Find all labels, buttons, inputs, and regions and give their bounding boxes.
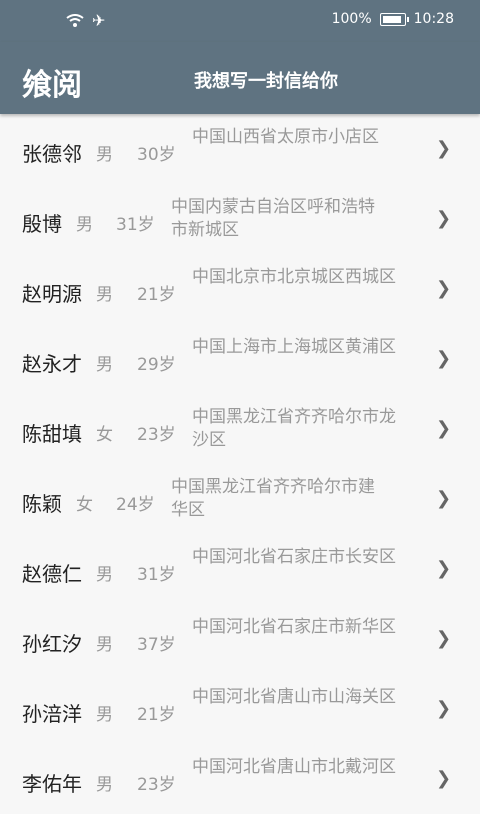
list-item[interactable]: 陈甜填女 23岁 中国黑龙江省齐齐哈尔市龙沙区 ❯: [0, 394, 480, 464]
battery-icon: [379, 12, 409, 26]
person-gender: 男: [96, 635, 113, 655]
list-item[interactable]: 赵永才男 29岁 中国上海市上海城区黄浦区 ❯: [0, 324, 480, 394]
person-age: 21岁: [137, 285, 176, 305]
person-age: 31岁: [116, 215, 155, 235]
person-name: 殷博: [22, 212, 62, 236]
person-address: 中国内蒙古自治区呼和浩特市新城区: [171, 197, 375, 240]
status-bar: ✈ 100% 10:28: [0, 0, 480, 42]
chevron-right-icon: ❯: [436, 418, 452, 439]
person-gender: 女: [96, 425, 113, 445]
app-subtitle: 我想写一封信给你: [194, 71, 338, 92]
person-gender: 男: [76, 215, 93, 235]
chevron-right-icon: ❯: [436, 138, 452, 159]
person-age: 23岁: [137, 425, 176, 445]
list-item[interactable]: 李佑年男 23岁 中国河北省唐山市北戴河区 ❯: [0, 744, 480, 814]
list-item[interactable]: 陈颖女 24岁 中国黑龙江省齐齐哈尔市建华区 ❯: [0, 464, 480, 534]
list-item[interactable]: 孙涪洋男 21岁 中国河北省唐山市山海关区 ❯: [0, 674, 480, 744]
person-gender: 女: [76, 495, 93, 515]
person-name: 张德邻: [22, 142, 82, 166]
person-address: 中国河北省石家庄市新华区: [192, 617, 396, 637]
battery-fill: [382, 15, 401, 23]
chevron-right-icon: ❯: [436, 698, 452, 719]
app-title: 飨阅: [22, 68, 82, 103]
person-gender: 男: [96, 705, 113, 725]
person-address: 中国山西省太原市小店区: [192, 127, 379, 147]
list-item[interactable]: 赵德仁男 31岁 中国河北省石家庄市长安区 ❯: [0, 534, 480, 604]
person-address: 中国河北省唐山市山海关区: [192, 687, 396, 707]
chevron-right-icon: ❯: [436, 348, 452, 369]
people-list: 张德邻男 30岁 中国山西省太原市小店区 ❯ 殷博男 31岁 中国内蒙古自治区呼和浩特市新城…: [0, 114, 480, 814]
person-name: 孙红汐: [22, 632, 82, 656]
person-address: 中国河北省唐山市北戴河区: [192, 757, 396, 777]
person-name: 陈颖: [22, 492, 62, 516]
app-bar: 飨阅 我想写一封信给你: [0, 42, 480, 114]
wifi-icon: [66, 13, 84, 27]
person-name: 李佑年: [22, 772, 82, 796]
battery-percent: 100%: [331, 11, 372, 27]
list-item[interactable]: 殷博男 31岁 中国内蒙古自治区呼和浩特市新城区 ❯: [0, 184, 480, 254]
list-item[interactable]: 张德邻男 30岁 中国山西省太原市小店区 ❯: [0, 114, 480, 184]
chevron-right-icon: ❯: [436, 208, 452, 229]
person-name: 赵德仁: [22, 562, 82, 586]
person-name: 赵永才: [22, 352, 82, 376]
person-age: 29岁: [137, 355, 176, 375]
list-item[interactable]: 赵明源男 21岁 中国北京市北京城区西城区 ❯: [0, 254, 480, 324]
chevron-right-icon: ❯: [436, 628, 452, 649]
chevron-right-icon: ❯: [436, 278, 452, 299]
person-address: 中国河北省石家庄市长安区: [192, 547, 396, 567]
person-age: 30岁: [137, 145, 176, 165]
person-address: 中国北京市北京城区西城区: [192, 267, 396, 287]
person-gender: 男: [96, 355, 113, 375]
airplane-icon: ✈: [92, 11, 106, 30]
person-age: 31岁: [137, 565, 176, 585]
person-name: 孙涪洋: [22, 702, 82, 726]
person-age: 23岁: [137, 775, 176, 795]
person-age: 21岁: [137, 705, 176, 725]
person-name: 陈甜填: [22, 422, 82, 446]
person-address: 中国上海市上海城区黄浦区: [192, 337, 396, 357]
person-gender: 男: [96, 775, 113, 795]
person-address: 中国黑龙江省齐齐哈尔市建华区: [171, 477, 375, 520]
list-item[interactable]: 孙红汐男 37岁 中国河北省石家庄市新华区 ❯: [0, 604, 480, 674]
chevron-right-icon: ❯: [436, 768, 452, 789]
person-age: 37岁: [137, 635, 176, 655]
person-gender: 男: [96, 285, 113, 305]
chevron-right-icon: ❯: [436, 558, 452, 579]
person-gender: 男: [96, 145, 113, 165]
chevron-right-icon: ❯: [436, 488, 452, 509]
person-address: 中国黑龙江省齐齐哈尔市龙沙区: [192, 407, 396, 450]
person-name: 赵明源: [22, 282, 82, 306]
person-age: 24岁: [116, 495, 155, 515]
clock: 10:28: [413, 11, 454, 27]
person-gender: 男: [96, 565, 113, 585]
